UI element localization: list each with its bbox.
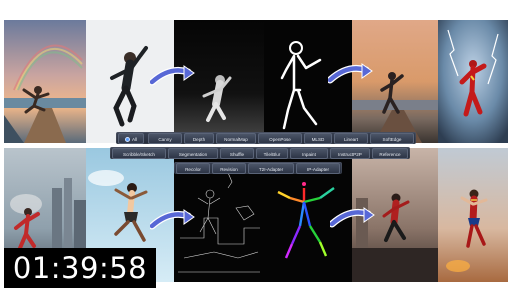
video-frame: All Canny Depth NormalMap OpenPose MLSD …: [0, 0, 510, 291]
tab-inpaint[interactable]: Inpaint: [290, 148, 328, 159]
image-dancer-rainbow-pier: [4, 20, 86, 143]
arrow-right-icon: [150, 65, 195, 86]
tag-label: OpenPose: [269, 137, 291, 142]
tab-scribble-sketch[interactable]: Scribble/Sketch: [112, 148, 166, 159]
tag-label: Tile/Blur: [263, 152, 281, 157]
tab-canny[interactable]: Canny: [148, 133, 182, 144]
image-superheroine-desert: [438, 148, 508, 282]
tab-instructp2p[interactable]: InstructP2P: [330, 148, 370, 159]
tab-normalmap[interactable]: NormalMap: [216, 133, 256, 144]
tag-label: Inpaint: [302, 152, 316, 157]
tab-ip-adapter[interactable]: IP-Adapter: [296, 163, 340, 174]
tag-label: Shuffle: [229, 152, 245, 157]
tab-tile-blur[interactable]: Tile/Blur: [256, 148, 288, 159]
tag-label: Scribble/Sketch: [123, 152, 155, 157]
tag-label: NormalMap: [224, 137, 248, 142]
arrow-right-icon: [328, 63, 373, 84]
tag-label: Revision: [220, 167, 238, 172]
tag-label: SoftEdge: [382, 137, 402, 142]
tag-label: MLSD: [311, 137, 325, 142]
tab-reference[interactable]: Reference: [372, 148, 408, 159]
tag-label: Lineart: [343, 137, 359, 142]
tag-label: Canny: [158, 137, 172, 142]
tag-label: Recolor: [185, 167, 201, 172]
tab-depth[interactable]: Depth: [184, 133, 214, 144]
tag-label: IP-Adapter: [307, 167, 329, 172]
tab-all[interactable]: All: [118, 133, 144, 144]
tab-shuffle[interactable]: Shuffle: [220, 148, 254, 159]
tag-label: T2I-Adapter: [258, 167, 284, 172]
radio-selected-icon: [124, 137, 130, 143]
tag-label: All: [131, 137, 138, 142]
image-superhero-lightning: [438, 20, 508, 143]
arrow-right-icon: [150, 209, 195, 230]
tab-lineart[interactable]: Lineart: [334, 133, 368, 144]
tab-revision[interactable]: Revision: [212, 163, 246, 174]
tab-mlsd[interactable]: MLSD: [304, 133, 332, 144]
tag-label: InstructP2P: [338, 152, 362, 157]
tag-label: Depth: [192, 137, 206, 142]
tab-segmentation[interactable]: Segmentation: [168, 148, 218, 159]
tab-recolor[interactable]: Recolor: [176, 163, 210, 174]
tab-softedge[interactable]: SoftEdge: [370, 133, 414, 144]
tag-label: Reference: [379, 152, 401, 157]
tab-openpose[interactable]: OpenPose: [258, 133, 302, 144]
arrow-right-icon: [330, 207, 375, 228]
tag-label: Segmentation: [178, 152, 208, 157]
tab-t2i-adapter[interactable]: T2I-Adapter: [248, 163, 294, 174]
video-timestamp: 01:39:58: [4, 248, 156, 288]
